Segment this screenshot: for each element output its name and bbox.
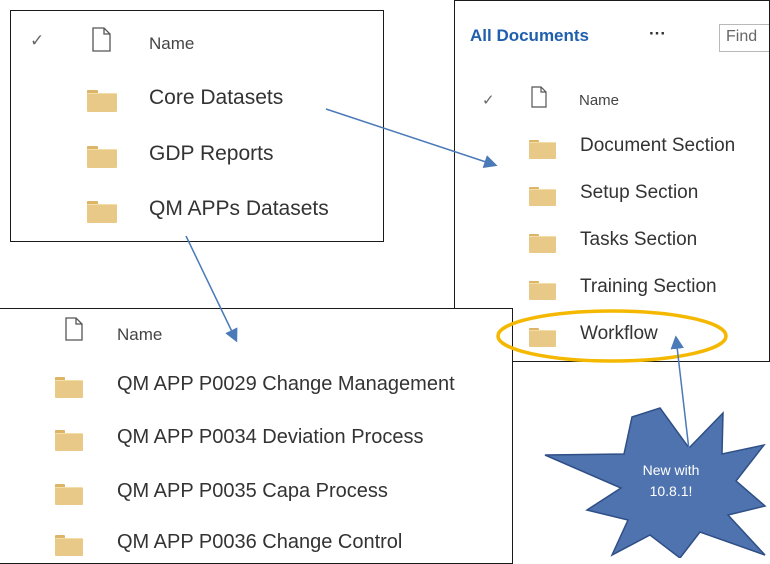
file-type-icon — [531, 86, 547, 108]
callout-text: New with 10.8.1! — [626, 460, 716, 502]
folder-icon — [529, 281, 556, 300]
qm-apps-datasets-panel: Name QM APP P0029 Change Management QM A… — [0, 308, 513, 564]
folder-icon — [529, 328, 556, 347]
select-all-checkmark-icon[interactable]: ✓ — [482, 91, 495, 109]
file-type-icon — [92, 27, 111, 52]
folder-icon — [529, 234, 556, 253]
list-item-core-datasets[interactable]: Core Datasets — [149, 86, 283, 110]
folder-icon — [529, 140, 556, 159]
folder-icon — [87, 146, 117, 168]
list-item-setup-section[interactable]: Setup Section — [580, 182, 698, 204]
more-options-icon[interactable]: ··· — [649, 24, 666, 44]
name-column-header[interactable]: Name — [149, 34, 194, 54]
list-item-qm-app-p0036[interactable]: QM APP P0036 Change Control — [117, 531, 402, 554]
folder-icon — [529, 187, 556, 206]
list-item-gdp-reports[interactable]: GDP Reports — [149, 142, 274, 166]
list-item-qm-apps-datasets[interactable]: QM APPs Datasets — [149, 197, 329, 221]
find-search-input[interactable]: Find — [719, 24, 769, 52]
file-type-icon — [65, 317, 83, 341]
view-selector-all-documents[interactable]: All Documents — [470, 26, 589, 46]
name-column-header[interactable]: Name — [579, 92, 619, 109]
folder-icon — [87, 201, 117, 223]
select-all-checkmark-icon[interactable]: ✓ — [30, 31, 44, 51]
folder-icon — [55, 484, 83, 505]
list-item-qm-app-p0035[interactable]: QM APP P0035 Capa Process — [117, 480, 388, 503]
folder-icon — [87, 90, 117, 112]
folder-icon — [55, 430, 83, 451]
list-item-training-section[interactable]: Training Section — [580, 276, 717, 298]
list-item-tasks-section[interactable]: Tasks Section — [580, 229, 697, 251]
list-item-qm-app-p0034[interactable]: QM APP P0034 Deviation Process — [117, 426, 423, 449]
list-item-document-section[interactable]: Document Section — [580, 135, 735, 157]
folder-icon — [55, 535, 83, 556]
name-column-header[interactable]: Name — [117, 325, 162, 345]
library-panel: ✓ Name Core Datasets GDP Reports QM APPs… — [10, 10, 384, 242]
list-item-workflow[interactable]: Workflow — [580, 323, 658, 345]
folder-icon — [55, 377, 83, 398]
callout-line-2: 10.8.1! — [649, 483, 693, 499]
list-item-qm-app-p0029[interactable]: QM APP P0029 Change Management — [117, 373, 455, 396]
callout-line-1: New with — [642, 462, 700, 478]
